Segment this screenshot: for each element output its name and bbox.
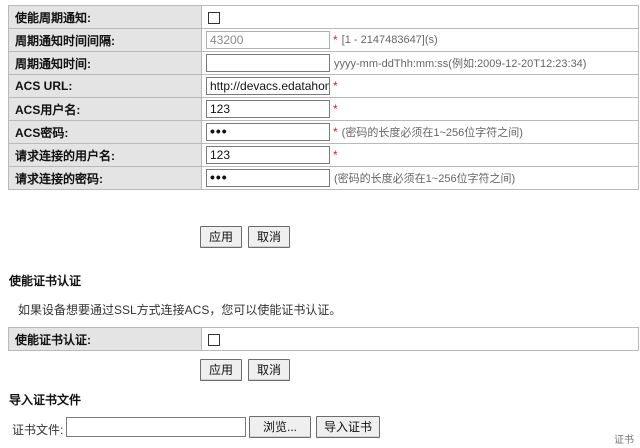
- config-row-value-cell: http://devacs.edatahome*: [201, 74, 639, 98]
- text-field[interactable]: 123: [206, 100, 330, 118]
- config-row-value-cell: [201, 5, 639, 29]
- config-row: 周期通知时间: yyyy-mm-ddThh:mm:ss(例如:2009-12-20…: [8, 51, 639, 75]
- config-row: ACS用户名: 123 *: [8, 97, 639, 121]
- cert-enable-label: 使能证书认证:: [8, 327, 202, 351]
- acs-config-table: 使能周期通知: 周期通知时间间隔: 43200 * [1 - 2147483647](s…: [8, 5, 639, 190]
- periodic-notify-checkbox[interactable]: [208, 11, 220, 24]
- field-hint: (密码的长度必须在1~256位字符之间): [334, 173, 516, 185]
- required-mark: *: [333, 125, 338, 139]
- required-mark: *: [333, 33, 338, 47]
- config-row: ACS密码: ••• * (密码的长度必须在1~256位字符之间): [8, 120, 639, 144]
- cert-enable-checkbox[interactable]: [208, 333, 220, 346]
- config-row-label: 请求连接的用户名:: [8, 143, 202, 167]
- config-row-value-cell: 43200 * [1 - 2147483647](s): [201, 28, 639, 52]
- text-field[interactable]: [206, 54, 330, 72]
- config-row-label: ACS URL:: [8, 74, 202, 98]
- cert-cancel-button[interactable]: 取消: [248, 359, 290, 381]
- text-field[interactable]: 43200: [206, 31, 330, 49]
- browse-button[interactable]: 浏览...: [249, 416, 311, 438]
- import-cert-button[interactable]: 导入证书: [316, 416, 380, 438]
- cert-table: 使能证书认证:: [8, 327, 639, 351]
- required-mark: *: [333, 102, 338, 116]
- cert-section-title: 使能证书认证: [9, 274, 82, 288]
- required-mark: *: [333, 148, 338, 162]
- config-row-value-cell: ••• (密码的长度必须在1~256位字符之间): [201, 166, 639, 190]
- password-field[interactable]: •••: [206, 123, 330, 141]
- cert-file-input[interactable]: [66, 417, 246, 437]
- config-row-label: 使能周期通知:: [8, 5, 202, 29]
- config-row-label: ACS密码:: [8, 120, 202, 144]
- field-hint: (密码的长度必须在1~256位字符之间): [341, 127, 523, 139]
- watermark-text: 证书: [614, 435, 634, 446]
- config-row-value-cell: yyyy-mm-ddThh:mm:ss(例如:2009-12-20T12:23:…: [201, 51, 639, 75]
- config-row-label: 周期通知时间:: [8, 51, 202, 75]
- config-row-label: ACS用户名:: [8, 97, 202, 121]
- config-row-label: 周期通知时间间隔:: [8, 28, 202, 52]
- apply-button[interactable]: 应用: [200, 226, 242, 248]
- field-hint: [1 - 2147483647](s): [341, 34, 438, 46]
- config-row-value-cell: ••• * (密码的长度必须在1~256位字符之间): [201, 120, 639, 144]
- cert-apply-button[interactable]: 应用: [200, 359, 242, 381]
- import-section-title: 导入证书文件: [9, 393, 82, 407]
- cert-section-description: 如果设备想要通过SSL方式连接ACS，您可以使能证书认证。: [18, 303, 342, 317]
- cancel-button[interactable]: 取消: [248, 226, 290, 248]
- config-row: 请求连接的用户名: 123 *: [8, 143, 639, 167]
- text-field[interactable]: 123: [206, 146, 330, 164]
- config-row: 使能周期通知:: [8, 5, 639, 29]
- password-field[interactable]: •••: [206, 169, 330, 187]
- config-row: 请求连接的密码: ••• (密码的长度必须在1~256位字符之间): [8, 166, 639, 190]
- required-mark: *: [333, 79, 338, 93]
- config-row-value-cell: 123 *: [201, 143, 639, 167]
- text-field[interactable]: http://devacs.edatahome: [206, 77, 330, 95]
- config-row-label: 请求连接的密码:: [8, 166, 202, 190]
- config-row: 周期通知时间间隔: 43200 * [1 - 2147483647](s): [8, 28, 639, 52]
- cert-file-label: 证书文件:: [12, 423, 64, 437]
- config-row: ACS URL: http://devacs.edatahome*: [8, 74, 639, 98]
- config-row-value-cell: 123 *: [201, 97, 639, 121]
- field-hint: yyyy-mm-ddThh:mm:ss(例如:2009-12-20T12:23:…: [334, 58, 587, 70]
